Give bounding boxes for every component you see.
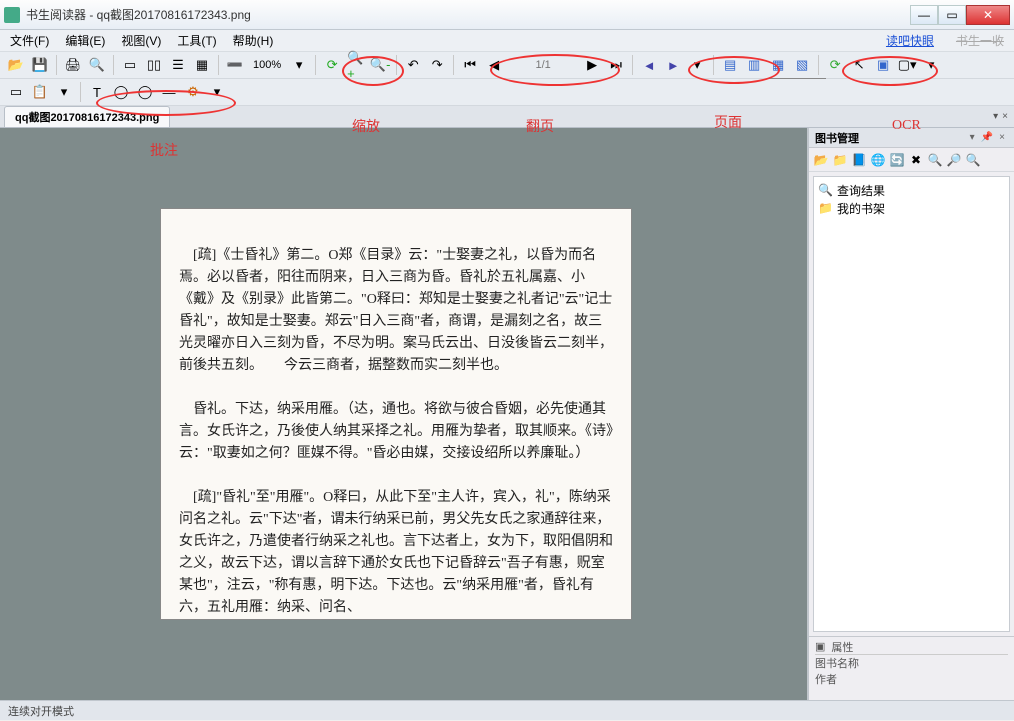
- layout-3-icon[interactable]: ▦: [768, 55, 788, 75]
- page-single-icon[interactable]: ▭: [120, 55, 140, 75]
- layout-4-icon[interactable]: ▧: [792, 55, 812, 75]
- tab-dropdown-icon[interactable]: ▾: [991, 111, 1000, 122]
- panel-zoom-out-icon[interactable]: 🔍: [965, 152, 981, 168]
- document-viewer[interactable]: [疏]《士昏礼》第二。O郑《目录》云："士娶妻之礼，以昏为而名焉。必以昏者，阳往…: [0, 128, 808, 700]
- nav-back-icon[interactable]: ◄: [639, 55, 659, 75]
- status-text: 连续对开模式: [8, 703, 74, 719]
- ocr-icon[interactable]: ▣: [873, 55, 893, 75]
- close-button[interactable]: ✕: [966, 5, 1010, 25]
- statusbar: 连续对开模式: [0, 700, 1014, 720]
- tree-node-bookshelf[interactable]: 📁 我的书架: [818, 199, 1005, 217]
- panel-close-icon[interactable]: ×: [996, 132, 1008, 143]
- annot-gear-icon[interactable]: ⚙: [183, 82, 203, 102]
- annot-ellipse2-icon[interactable]: ◯: [135, 82, 155, 102]
- app-icon: [4, 7, 20, 23]
- side-panel: 图书管理 ▾ 📌 × 📂 📁 📘 🌐 🔄 ✖ 🔍 🔎 🔍 🔍 查询结果 📁: [808, 128, 1014, 700]
- zoom-in-tool-icon[interactable]: 🔍+: [346, 55, 366, 75]
- menu-view[interactable]: 视图(V): [117, 30, 165, 51]
- panel-refresh-icon[interactable]: 🔄: [889, 152, 905, 168]
- tool-refresh-icon[interactable]: ⟳: [825, 55, 845, 75]
- annotation-toolbar: ▭ 📋 ▾ T ◯ ◯ — ⚙ ▾: [0, 79, 1014, 106]
- maximize-button[interactable]: ▭: [938, 5, 966, 25]
- main-toolbar: 📂 💾 🖨 🔍 ▭ ▯▯ ☰ ▦ ➖ 100% ▾ ⟳ 🔍+ 🔍- ↶ ↷ ⏮ …: [0, 52, 1014, 79]
- menu-edit[interactable]: 编辑(E): [61, 30, 109, 51]
- panel-globe-icon[interactable]: 🌐: [870, 152, 886, 168]
- properties-panel: ▣ 属性 图书名称 作者: [809, 636, 1014, 700]
- rotate-left-icon[interactable]: ↶: [403, 55, 423, 75]
- library-tree[interactable]: 🔍 查询结果 📁 我的书架: [813, 176, 1010, 632]
- panel-pin-icon[interactable]: 📌: [978, 132, 996, 143]
- page-indicator[interactable]: 1/1: [508, 59, 578, 71]
- page-list-icon[interactable]: ☰: [168, 55, 188, 75]
- doc-para-2: 昏礼。下达，纳采用雁。（达，通也。将欲与彼合昏姻，必先使通其言。女氏许之，乃後使…: [179, 402, 613, 461]
- panel-open-icon[interactable]: 📂: [813, 152, 829, 168]
- annot-copy-icon[interactable]: 📋: [30, 82, 50, 102]
- panel-search-icon[interactable]: 🔍: [927, 152, 943, 168]
- titlebar: 书生阅读器 - qq截图20170816172343.png — ▭ ✕: [0, 0, 1014, 30]
- annot-text-icon[interactable]: T: [87, 82, 107, 102]
- props-header: 属性: [831, 639, 853, 655]
- zoom-value[interactable]: 100%: [249, 59, 285, 71]
- rotate-right-icon[interactable]: ↷: [427, 55, 447, 75]
- tree-node-search-results[interactable]: 🔍 查询结果: [818, 181, 1005, 199]
- zoom-dropdown-icon[interactable]: ▾: [289, 55, 309, 75]
- minimize-button[interactable]: —: [910, 5, 938, 25]
- tab-close-icon[interactable]: ×: [1000, 111, 1010, 122]
- panel-title: 图书管理: [815, 130, 859, 146]
- annot-ellipse-icon[interactable]: ◯: [111, 82, 131, 102]
- tool-pointer-icon[interactable]: ↖: [849, 55, 869, 75]
- print-icon[interactable]: 🖨: [63, 55, 83, 75]
- zoom-reset-icon[interactable]: ⟳: [322, 55, 342, 75]
- menu-help[interactable]: 帮助(H): [229, 30, 278, 51]
- next-page-icon[interactable]: ▶: [582, 55, 602, 75]
- window-title: 书生阅读器 - qq截图20170816172343.png: [26, 6, 910, 23]
- zoom-out-icon[interactable]: ➖: [225, 55, 245, 75]
- nav-fwd-icon[interactable]: ►: [663, 55, 683, 75]
- annot-dropdown-icon[interactable]: ▾: [54, 82, 74, 102]
- zoom-out-tool-icon[interactable]: 🔍-: [370, 55, 390, 75]
- annot-layer-icon[interactable]: ▭: [6, 82, 26, 102]
- page-dual-icon[interactable]: ▯▯: [144, 55, 164, 75]
- first-page-icon[interactable]: ⏮: [460, 55, 480, 75]
- document-page: [疏]《士昏礼》第二。O郑《目录》云："士娶妻之礼，以昏为而名焉。必以昏者，阳往…: [160, 208, 632, 620]
- props-row-author: 作者: [815, 671, 837, 687]
- panel-toolbar: 📂 📁 📘 🌐 🔄 ✖ 🔍 🔎 🔍: [809, 148, 1014, 172]
- annot-line-icon[interactable]: —: [159, 82, 179, 102]
- doc-para-3: [疏]"昏礼"至"用雁"。O释曰，从此下至"主人许，宾入，礼"，陈纳采问名之礼。…: [179, 490, 613, 615]
- layout-2-icon[interactable]: ▥: [744, 55, 764, 75]
- menubar: 文件(F) 编辑(E) 视图(V) 工具(T) 帮助(H) 读吧快眼 书生一收: [0, 30, 1014, 52]
- document-tab[interactable]: qq截图20170816172343.png: [4, 106, 170, 127]
- layout-1-icon[interactable]: ▤: [720, 55, 740, 75]
- panel-zoom-in-icon[interactable]: 🔎: [946, 152, 962, 168]
- last-page-icon[interactable]: ⏭: [606, 55, 626, 75]
- open-icon[interactable]: 📂: [6, 55, 26, 75]
- document-tabbar: qq截图20170816172343.png ▾ ×: [0, 106, 1014, 128]
- tree-node-label: 查询结果: [837, 182, 885, 199]
- panel-book-icon[interactable]: 📘: [851, 152, 867, 168]
- panel-folder-icon[interactable]: 📁: [832, 152, 848, 168]
- page-grid-icon[interactable]: ▦: [192, 55, 212, 75]
- panel-dropdown-icon[interactable]: ▾: [967, 132, 978, 143]
- tree-search-icon: 🔍: [818, 183, 833, 197]
- ocr-dropdown-icon[interactable]: ▢▾: [897, 55, 917, 75]
- save-icon[interactable]: 💾: [30, 55, 50, 75]
- panel-delete-icon[interactable]: ✖: [908, 152, 924, 168]
- tree-node-label: 我的书架: [837, 200, 885, 217]
- tree-folder-icon: 📁: [818, 201, 833, 215]
- menu-file[interactable]: 文件(F): [6, 30, 53, 51]
- menu-tool[interactable]: 工具(T): [173, 30, 220, 51]
- extra-dropdown-icon[interactable]: ▾: [921, 55, 941, 75]
- props-row-bookname: 图书名称: [815, 655, 859, 671]
- disabled-link: 书生一收: [952, 30, 1008, 51]
- search-icon[interactable]: 🔍: [87, 55, 107, 75]
- nav-dropdown-icon[interactable]: ▾: [687, 55, 707, 75]
- prev-page-icon[interactable]: ◀: [484, 55, 504, 75]
- quick-link[interactable]: 读吧快眼: [882, 30, 938, 51]
- doc-para-1: [疏]《士昏礼》第二。O郑《目录》云："士娶妻之礼，以昏为而名焉。必以昏者，阳往…: [179, 248, 613, 373]
- annot-more-icon[interactable]: ▾: [207, 82, 227, 102]
